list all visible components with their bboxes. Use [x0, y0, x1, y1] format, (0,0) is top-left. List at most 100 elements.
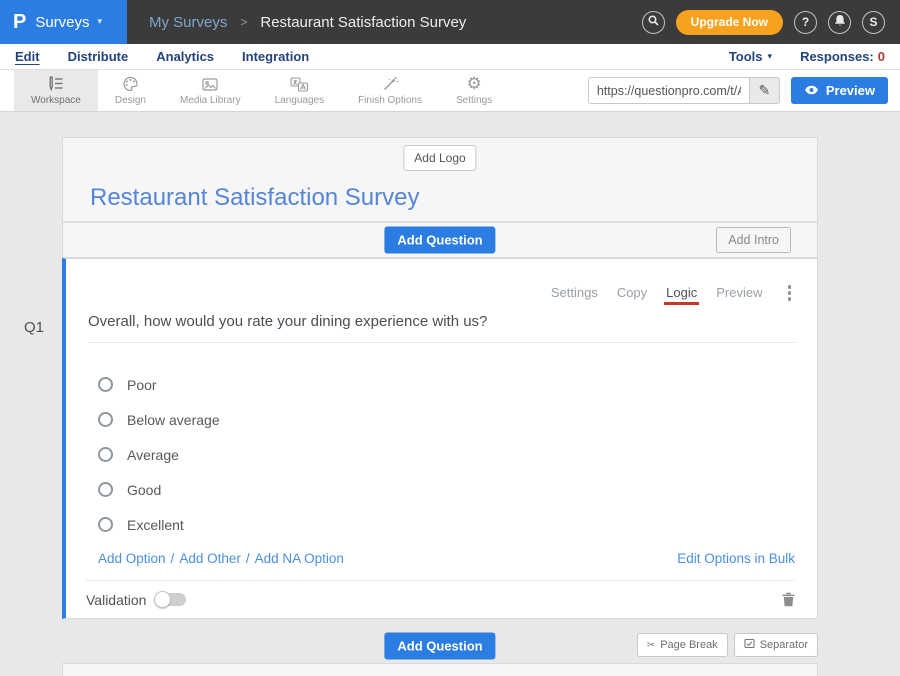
tools-menu[interactable]: Tools ▾	[729, 49, 772, 64]
validation-row: Validation	[86, 580, 795, 618]
toolbar-item-languages[interactable]: Languages	[258, 70, 342, 111]
trash-icon	[782, 592, 795, 607]
toolbar-item-media-library[interactable]: Media Library	[163, 70, 258, 111]
upgrade-now-button[interactable]: Upgrade Now	[676, 10, 783, 35]
option-label[interactable]: Excellent	[127, 517, 184, 533]
survey-header-section: Add Logo Restaurant Satisfaction Survey	[62, 137, 818, 222]
radio-button[interactable]	[98, 517, 113, 532]
radio-button[interactable]	[98, 412, 113, 427]
option-label[interactable]: Below average	[127, 412, 220, 428]
page-break-button[interactable]: ✂ Page Break	[637, 633, 728, 657]
nav-tabs: Edit Distribute Analytics Integration	[15, 49, 309, 64]
responses-count: 0	[878, 49, 885, 64]
product-name: Surveys	[35, 14, 89, 31]
radio-button[interactable]	[98, 377, 113, 392]
page-break-icon: ✂	[647, 640, 655, 651]
workspace-icon	[47, 76, 64, 93]
pencil-icon: ✎	[758, 83, 770, 99]
next-section-strip	[62, 663, 818, 676]
validation-toggle[interactable]	[156, 593, 186, 606]
option-row: Below average	[98, 402, 795, 437]
breadcrumb-separator-icon: >	[240, 15, 247, 29]
search-button[interactable]	[642, 11, 665, 34]
questionpro-logo-icon: P	[13, 11, 26, 34]
separator-icon	[744, 638, 755, 652]
tab-integration[interactable]: Integration	[242, 49, 309, 64]
translate-icon	[290, 76, 309, 93]
gear-icon: ⚙	[466, 76, 481, 93]
question-actions: Settings Copy Logic Preview	[551, 283, 795, 303]
survey-title[interactable]: Restaurant Satisfaction Survey	[90, 184, 420, 212]
tools-label: Tools	[729, 49, 763, 64]
toolbar-item-finish-options[interactable]: Finish Options	[341, 70, 439, 111]
image-icon	[201, 76, 219, 93]
question-copy-action[interactable]: Copy	[617, 285, 647, 300]
bell-icon	[834, 14, 846, 30]
notifications-button[interactable]	[828, 11, 851, 34]
toolbar-right: ✎ Preview	[588, 70, 900, 111]
answer-options: Poor Below average Average Good Excellen…	[98, 367, 795, 542]
eye-icon	[804, 83, 819, 98]
add-question-row-bottom: Add Question ✂ Page Break Separator	[62, 632, 818, 659]
option-row: Good	[98, 472, 795, 507]
survey-nav: Edit Distribute Analytics Integration To…	[0, 44, 900, 70]
survey-editor-canvas: Q1 Add Logo Restaurant Satisfaction Surv…	[0, 112, 900, 676]
add-logo-button[interactable]: Add Logo	[403, 145, 476, 171]
preview-button[interactable]: Preview	[791, 77, 888, 104]
user-avatar[interactable]: S	[862, 11, 885, 34]
add-other-link[interactable]: Add Other	[179, 551, 241, 566]
option-row: Poor	[98, 367, 795, 402]
add-intro-button[interactable]: Add Intro	[716, 227, 791, 253]
add-question-row-top: Add Question Add Intro	[62, 222, 818, 258]
top-header: P Surveys ▾ My Surveys > Restaurant Sati…	[0, 0, 900, 44]
validation-label: Validation	[86, 592, 146, 608]
toolbar-item-workspace[interactable]: Workspace	[14, 70, 98, 111]
page-tools: ✂ Page Break Separator	[637, 633, 818, 657]
add-question-button-top[interactable]: Add Question	[384, 227, 495, 254]
responses-counter[interactable]: Responses: 0	[800, 49, 885, 64]
option-label[interactable]: Average	[127, 447, 179, 463]
chevron-down-icon: ▾	[98, 17, 103, 27]
toolbar-item-design[interactable]: Design	[98, 70, 163, 111]
question-logic-action[interactable]: Logic	[666, 285, 697, 300]
toolbar-item-settings[interactable]: ⚙ Settings	[439, 70, 509, 111]
option-label[interactable]: Poor	[127, 377, 157, 393]
magic-wand-icon	[382, 76, 399, 93]
add-na-option-link[interactable]: Add NA Option	[255, 551, 344, 566]
question-preview-action[interactable]: Preview	[716, 285, 762, 300]
responses-label: Responses:	[800, 49, 874, 64]
radio-button[interactable]	[98, 482, 113, 497]
question-number-label: Q1	[24, 319, 44, 336]
question-card: Settings Copy Logic Preview Overall, how…	[62, 258, 818, 619]
edit-options-in-bulk-link[interactable]: Edit Options in Bulk	[677, 551, 795, 566]
survey-url-group: ✎	[588, 77, 780, 104]
tab-edit[interactable]: Edit	[15, 49, 40, 64]
add-question-button-bottom[interactable]: Add Question	[384, 632, 495, 659]
breadcrumb: My Surveys > Restaurant Satisfaction Sur…	[149, 14, 466, 31]
option-label[interactable]: Good	[127, 482, 161, 498]
product-switcher[interactable]: P Surveys ▾	[0, 0, 127, 44]
more-options-icon[interactable]	[784, 283, 796, 303]
question-text[interactable]: Overall, how would you rate your dining …	[88, 313, 795, 343]
option-links-row: Add Option / Add Other / Add NA Option E…	[98, 551, 795, 566]
option-row: Average	[98, 437, 795, 472]
survey-card: Add Logo Restaurant Satisfaction Survey …	[62, 137, 818, 619]
palette-icon	[122, 76, 139, 93]
chevron-down-icon: ▾	[768, 52, 773, 62]
tab-analytics[interactable]: Analytics	[156, 49, 214, 64]
nav-right: Tools ▾ Responses: 0	[729, 49, 885, 64]
question-settings-action[interactable]: Settings	[551, 285, 598, 300]
survey-url-input[interactable]	[589, 78, 749, 103]
radio-button[interactable]	[98, 447, 113, 462]
separator-button[interactable]: Separator	[734, 633, 818, 657]
tab-distribute[interactable]: Distribute	[68, 49, 129, 64]
add-option-link[interactable]: Add Option	[98, 551, 166, 566]
option-row: Excellent	[98, 507, 795, 542]
editor-toolbar: Workspace Design Media Library Languages…	[0, 70, 900, 112]
edit-url-button[interactable]: ✎	[749, 78, 779, 103]
help-icon: ?	[802, 15, 809, 29]
delete-question-button[interactable]	[782, 592, 795, 607]
search-icon	[648, 15, 659, 29]
breadcrumb-my-surveys[interactable]: My Surveys	[149, 14, 227, 31]
help-button[interactable]: ?	[794, 11, 817, 34]
